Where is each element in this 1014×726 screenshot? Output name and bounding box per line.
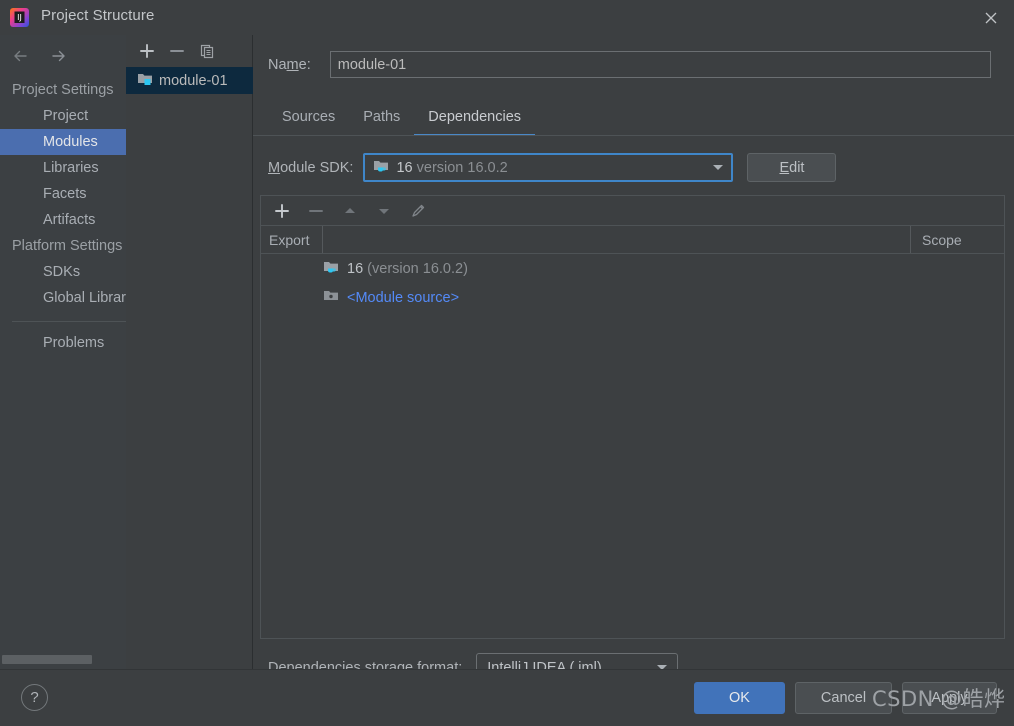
tab-sources[interactable]: Sources [268, 109, 349, 136]
table-cell-name: <Module source> [347, 289, 460, 306]
arrow-left-icon[interactable] [10, 47, 32, 67]
module-sdk-value-name: 16 [396, 159, 413, 176]
dependencies-toolbar [261, 196, 1004, 226]
tab-paths[interactable]: Paths [349, 109, 414, 136]
module-folder-icon [137, 71, 153, 91]
module-toolbar [126, 35, 253, 67]
dependencies-table-header: Export Scope [261, 226, 1004, 254]
dependencies-table-body: 16 (version 16.0.2) <Module source> [261, 254, 1004, 312]
column-header-export[interactable]: Export [261, 226, 323, 253]
dependencies-panel: Export Scope 16 (version 16.0.2) <Module… [260, 195, 1005, 639]
table-row[interactable]: 16 (version 16.0.2) [261, 254, 1004, 283]
module-tree-panel: module-01 [126, 35, 253, 669]
dependency-name: 16 [347, 260, 364, 277]
svg-text:IJ: IJ [17, 13, 22, 22]
column-header-name[interactable] [323, 226, 911, 253]
module-sdk-value-version: version 16.0.2 [416, 159, 508, 176]
table-cell-name: 16 (version 16.0.2) [347, 261, 468, 277]
cancel-button[interactable]: Cancel [795, 682, 892, 714]
column-header-scope[interactable]: Scope [911, 226, 1004, 253]
tab-divider [253, 135, 1014, 136]
close-icon[interactable] [968, 0, 1014, 35]
title-bar: IJ Project Structure [0, 0, 1014, 35]
copy-icon[interactable] [198, 42, 216, 60]
module-sdk-value: 16 version 16.0.2 [396, 160, 507, 176]
module-list-item[interactable]: module-01 [126, 67, 253, 94]
sidebar-horizontal-scrollbar[interactable] [2, 655, 92, 664]
module-sdk-label: Module SDK: [268, 159, 354, 176]
dialog-footer: ? OK Cancel Apply [0, 669, 1014, 726]
pencil-icon[interactable] [409, 202, 427, 220]
window-title: Project Structure [41, 7, 155, 24]
ok-button[interactable]: OK [694, 682, 785, 714]
module-sdk-row: Module SDK: 16 version 16.0.2 E dit [268, 153, 837, 182]
jdk-folder-icon [323, 259, 339, 279]
module-detail-panel: Name: Sources Paths Dependencies Module … [253, 35, 1014, 682]
chevron-down-icon [711, 159, 725, 177]
tab-dependencies[interactable]: Dependencies [414, 109, 536, 136]
table-row[interactable]: <Module source> [261, 283, 1004, 312]
detail-tabs: Sources Paths Dependencies [268, 102, 1014, 136]
name-label: Name: [268, 56, 311, 73]
arrow-up-icon[interactable] [341, 202, 359, 220]
intellij-idea-logo-icon: IJ [9, 7, 30, 28]
plus-icon[interactable] [273, 202, 291, 220]
edit-sdk-button[interactable]: Edit [747, 153, 837, 182]
apply-button[interactable]: Apply [902, 682, 997, 714]
minus-icon[interactable] [307, 202, 325, 220]
arrow-down-icon[interactable] [375, 202, 393, 220]
minus-icon[interactable] [168, 42, 186, 60]
module-sdk-dropdown[interactable]: 16 version 16.0.2 [363, 153, 734, 182]
arrow-right-icon[interactable] [48, 47, 70, 67]
jdk-folder-icon [373, 158, 389, 178]
module-list: module-01 [126, 67, 253, 94]
navigation-arrows [10, 47, 70, 67]
module-source-icon [323, 288, 339, 308]
name-row: Name: [268, 51, 991, 78]
module-name-input[interactable] [329, 51, 991, 78]
module-list-item-label: module-01 [159, 72, 228, 89]
project-structure-dialog: IJ Project Structure Project Settings Pr… [0, 0, 1014, 726]
dependency-qualifier: (version 16.0.2) [367, 260, 468, 277]
help-icon[interactable]: ? [21, 684, 48, 711]
plus-icon[interactable] [138, 42, 156, 60]
